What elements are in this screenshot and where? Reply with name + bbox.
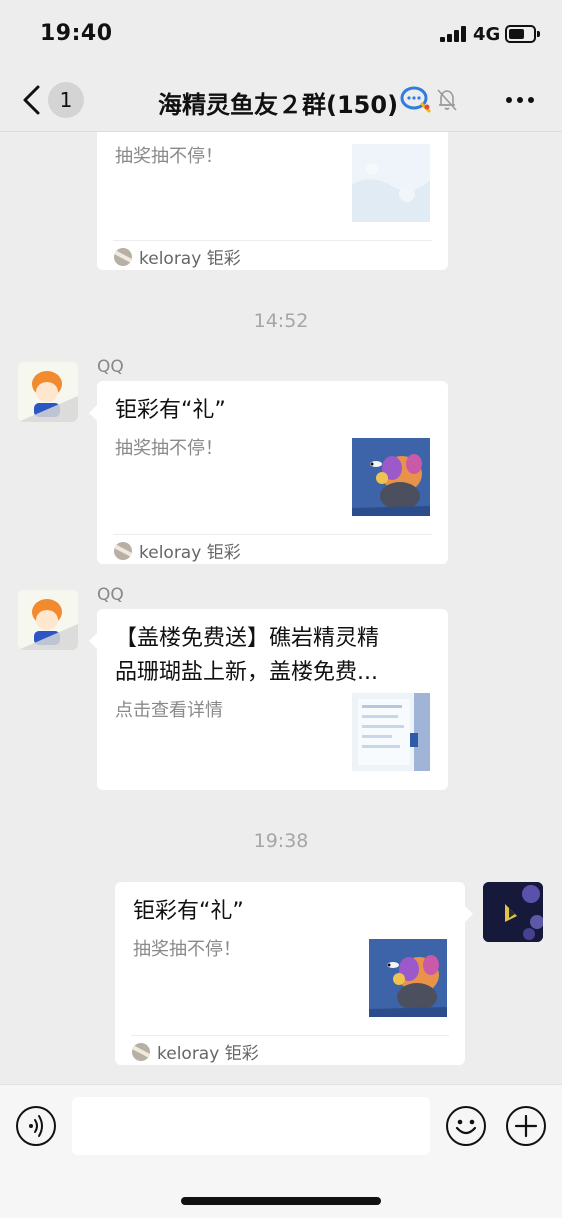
card-description: 抽奖抽不停！ xyxy=(115,438,223,459)
card-thumbnail xyxy=(352,693,430,771)
chevron-left-icon xyxy=(23,85,40,115)
timestamp: 14:52 xyxy=(253,310,309,332)
unread-badge: 1 xyxy=(48,82,84,118)
card-description: 抽奖抽不停！ xyxy=(133,939,241,960)
battery-icon xyxy=(505,25,540,43)
mini-program-card[interactable]: 钜彩有“礼” 抽奖抽不停！ keloray 钜彩 xyxy=(115,882,473,1065)
more-options-button[interactable] xyxy=(500,88,540,112)
network-label: 4G xyxy=(473,24,501,45)
card-thumbnail xyxy=(352,144,430,222)
mini-program-icon xyxy=(114,542,132,560)
home-indicator xyxy=(181,1197,381,1205)
mini-program-icon xyxy=(114,248,132,266)
card-thumbnail xyxy=(369,939,447,1017)
smiley-icon xyxy=(455,1119,477,1135)
bell-slash-icon xyxy=(437,89,457,111)
card-description: 抽奖抽不停！ xyxy=(115,146,223,167)
ellipsis-icon xyxy=(506,97,512,103)
card-thumbnail xyxy=(352,438,430,516)
back-button[interactable]: 1 xyxy=(16,80,88,120)
card-footer: keloray 钜彩 xyxy=(113,534,432,564)
card-title: 钜彩有“礼” xyxy=(133,899,244,924)
plus-icon xyxy=(514,1114,538,1138)
card-footer: keloray 钜彩 xyxy=(131,1035,449,1065)
card-title-line-2: 品珊瑚盐上新，盖楼免费... xyxy=(115,660,378,685)
signal-icon xyxy=(440,26,466,42)
source-label: keloray 钜彩 xyxy=(139,249,241,269)
status-time: 19:40 xyxy=(40,21,113,46)
avatar[interactable] xyxy=(483,882,543,942)
mini-program-card[interactable]: 抽奖抽不停！ keloray 钜彩 xyxy=(97,132,448,270)
message-list[interactable]: 抽奖抽不停！ keloray 钜彩 14:52 QQ 钜彩有“礼” 抽奖抽不停！… xyxy=(0,132,562,1084)
sender-name: QQ xyxy=(97,357,124,377)
timestamp: 19:38 xyxy=(253,830,309,852)
card-title-line-1: 【盖楼免费送】礁岩精灵精 xyxy=(115,626,380,651)
source-label: keloray 钜彩 xyxy=(139,543,241,563)
mini-program-icon xyxy=(132,1043,150,1061)
avatar[interactable] xyxy=(18,590,78,650)
card-title: 钜彩有“礼” xyxy=(115,398,226,423)
status-bar: 19:40 4G xyxy=(0,0,562,66)
card-description: 点击查看详情 xyxy=(115,700,223,721)
more-actions-button[interactable] xyxy=(506,1106,546,1146)
mini-program-card[interactable]: 钜彩有“礼” 抽奖抽不停！ keloray 钜彩 xyxy=(89,381,448,564)
sender-name: QQ xyxy=(97,585,124,605)
emoji-button[interactable] xyxy=(446,1106,486,1146)
qq-chat-bubble-icon xyxy=(400,86,431,113)
nav-bar: 1 海精灵鱼友２群(150) xyxy=(0,66,562,132)
voice-button[interactable] xyxy=(16,1106,56,1146)
page-title: 海精灵鱼友２群(150) xyxy=(158,91,399,119)
card-footer: keloray 钜彩 xyxy=(113,240,432,270)
chat-screen: 19:40 4G 1 海精灵鱼友２群(150) 抽奖抽不停！ keloray 钜… xyxy=(0,0,562,1218)
article-card[interactable]: 【盖楼免费送】礁岩精灵精 品珊瑚盐上新，盖楼免费... 点击查看详情 xyxy=(89,609,448,790)
source-label: keloray 钜彩 xyxy=(157,1044,259,1064)
voice-icon xyxy=(29,1115,43,1137)
avatar[interactable] xyxy=(18,362,78,422)
message-input[interactable] xyxy=(72,1097,430,1155)
